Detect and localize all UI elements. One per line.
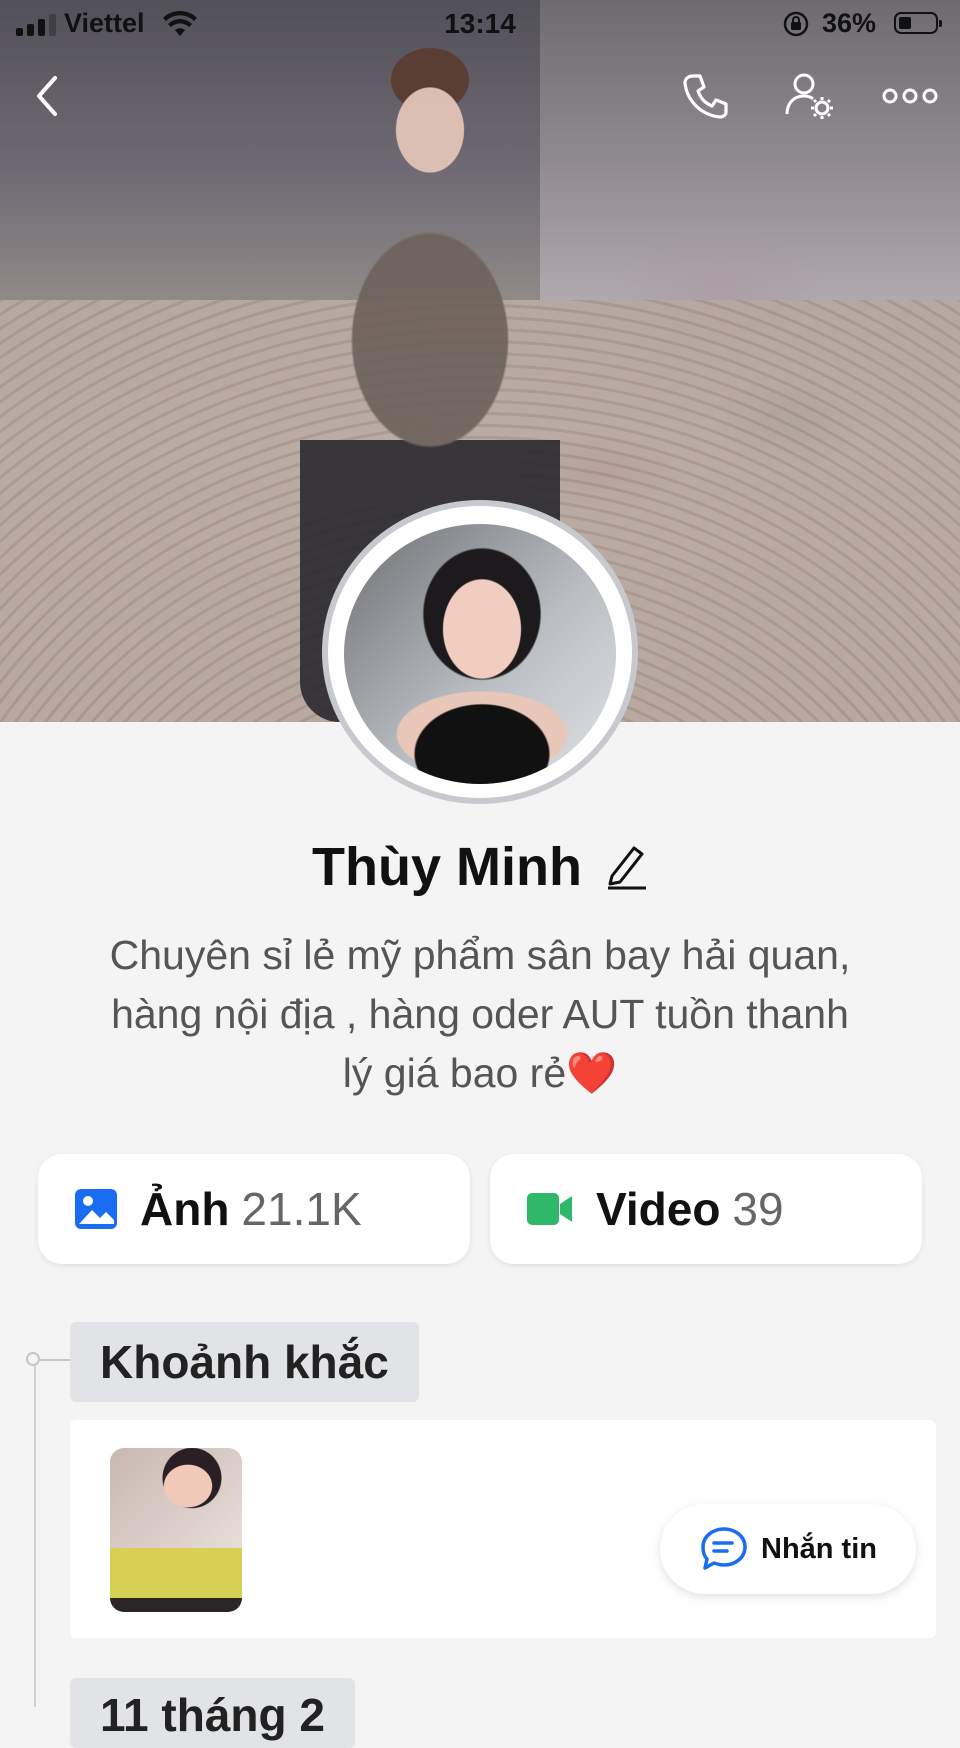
battery-percentage: 36% xyxy=(822,8,877,38)
photo-icon xyxy=(75,1189,117,1229)
clock: 13:14 xyxy=(444,8,516,39)
video-camera-icon xyxy=(527,1193,572,1225)
profile-name: Thùy Minh xyxy=(312,837,582,897)
moments-section-title: Khoảnh khắc xyxy=(70,1322,419,1402)
phone-icon xyxy=(683,74,728,119)
pencil-icon xyxy=(607,846,646,889)
timeline-connector xyxy=(40,1359,70,1361)
photos-count: 21.1K xyxy=(241,1183,362,1235)
more-options-button[interactable] xyxy=(882,68,938,124)
back-button[interactable] xyxy=(20,68,76,124)
profile-settings-button[interactable] xyxy=(782,68,838,124)
message-button[interactable]: Nhắn tin xyxy=(660,1504,916,1594)
user-settings-icon xyxy=(785,73,833,119)
message-button-label: Nhắn tin xyxy=(761,1532,877,1565)
edit-name-button[interactable] xyxy=(604,840,648,895)
heart-emoji: ❤️ xyxy=(566,1050,618,1096)
timeline-dot xyxy=(26,1352,40,1366)
bio-line: Chuyên sỉ lẻ mỹ phẩm sân bay hải quan, xyxy=(109,932,851,978)
bio-line: lý giá bao rẻ❤️ xyxy=(40,1044,920,1103)
moment-thumbnail[interactable] xyxy=(110,1448,242,1612)
timeline-line xyxy=(34,1362,36,1707)
avatar[interactable] xyxy=(344,524,616,784)
photos-button[interactable]: Ảnh 21.1K xyxy=(38,1154,470,1264)
chat-bubble-icon xyxy=(701,1527,747,1570)
rotation-lock-icon xyxy=(782,10,810,43)
profile-name-row: Thùy Minh xyxy=(0,836,960,898)
chevron-left-icon xyxy=(37,76,57,116)
videos-label: Video xyxy=(596,1183,721,1235)
status-bar: Viettel 13:14 36% xyxy=(0,0,960,48)
videos-count: 39 xyxy=(732,1183,784,1235)
bio-line: hàng nội địa , hàng oder AUT tuồn thanh xyxy=(111,991,849,1037)
videos-button[interactable]: Video 39 xyxy=(490,1154,922,1264)
more-horizontal-icon xyxy=(882,88,938,104)
profile-bio: Chuyên sỉ lẻ mỹ phẩm sân bay hải quan, h… xyxy=(40,926,920,1103)
bio-text: lý giá bao rẻ xyxy=(342,1050,567,1096)
date-section-title: 11 tháng 2 xyxy=(70,1678,355,1748)
call-button[interactable] xyxy=(678,68,734,124)
battery-icon xyxy=(894,12,942,34)
photos-label: Ảnh xyxy=(140,1183,230,1235)
